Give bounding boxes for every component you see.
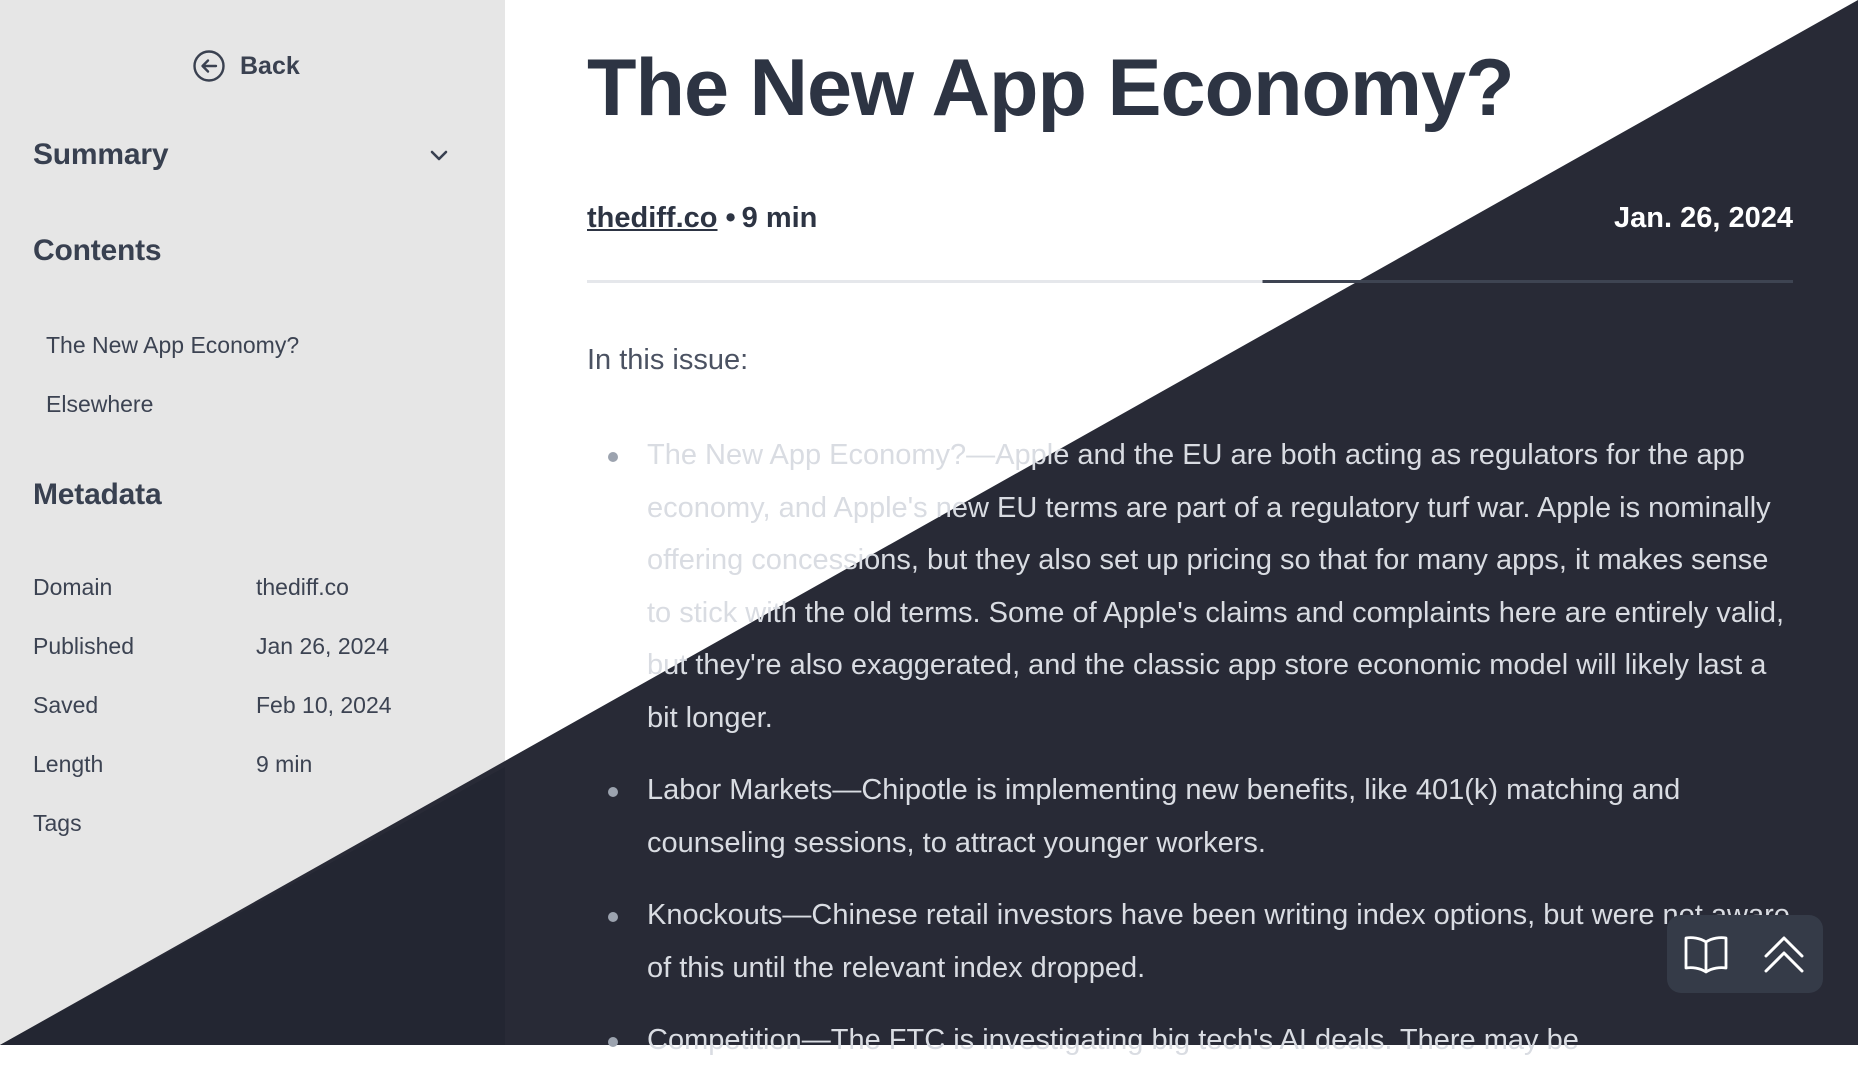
- header-divider: [587, 280, 1793, 283]
- byline-separator: •: [725, 202, 736, 234]
- reader-mode-button[interactable]: [1681, 929, 1731, 979]
- toc-item-elsewhere[interactable]: Elsewhere: [46, 389, 299, 419]
- metadata-key: Length: [33, 751, 104, 777]
- sidebar: Back Summary Contents The New App Econom…: [0, 0, 505, 1045]
- list-item-text: Labor Markets—Chipotle is implementing n…: [647, 774, 1681, 859]
- open-book-icon: [1684, 936, 1728, 974]
- article-title: The New App Economy?: [587, 43, 1515, 133]
- metadata-key: Domain: [33, 574, 113, 600]
- article-byline: thediff.co • 9 min: [587, 202, 817, 235]
- metadata-value: Feb 10, 2024: [256, 692, 392, 718]
- metadata-row-published: Published Jan 26, 2024: [33, 633, 392, 663]
- metadata-row-saved: Saved Feb 10, 2024: [33, 692, 392, 722]
- double-chevron-up-icon: [1764, 936, 1804, 973]
- back-button[interactable]: Back: [192, 48, 300, 84]
- list-item-text: Competition—The FTC is investigating big…: [647, 1024, 1579, 1056]
- metadata-value: Jan 26, 2024: [256, 633, 390, 659]
- metadata-row-length: Length 9 min: [33, 751, 392, 781]
- chevron-down-icon: [430, 150, 448, 161]
- issue-list: The New App Economy?—Apple and the EU ar…: [587, 429, 1793, 1087]
- source-domain-link[interactable]: thediff.co: [587, 202, 718, 234]
- list-item-text: Knockouts—Chinese retail investors have …: [647, 899, 1790, 984]
- summary-toggle[interactable]: Summary: [33, 135, 453, 175]
- list-item: The New App Economy?—Apple and the EU ar…: [587, 429, 1793, 744]
- article-intro: In this issue:: [587, 344, 749, 376]
- metadata-key: Published: [33, 633, 135, 659]
- metadata-list: Domain thediff.co Published Jan 26, 2024…: [33, 574, 392, 869]
- read-time: 9 min: [741, 202, 818, 234]
- publish-date: Jan. 26, 2024: [1614, 202, 1793, 234]
- summary-heading: Summary: [33, 138, 169, 171]
- metadata-row-tags: Tags: [33, 810, 392, 840]
- list-item: Knockouts—Chinese retail investors have …: [587, 889, 1793, 994]
- metadata-value: 9 min: [256, 751, 313, 777]
- back-arrow-icon: [193, 50, 225, 82]
- toc-item-new-app-economy[interactable]: The New App Economy?: [46, 330, 299, 360]
- metadata-row-domain: Domain thediff.co: [33, 574, 392, 604]
- metadata-key: Tags: [33, 810, 82, 836]
- metadata-value: thediff.co: [256, 574, 349, 600]
- scroll-to-top-button[interactable]: [1759, 929, 1809, 979]
- table-of-contents: The New App Economy? Elsewhere: [46, 330, 299, 448]
- floating-toolbar: [1667, 915, 1823, 993]
- metadata-key: Saved: [33, 692, 99, 718]
- metadata-heading: Metadata: [33, 478, 162, 511]
- list-item-text: The New App Economy?—Apple and the EU ar…: [647, 439, 1785, 734]
- back-label: Back: [240, 51, 300, 80]
- contents-heading: Contents: [33, 234, 162, 267]
- list-item: Competition—The FTC is investigating big…: [587, 1014, 1793, 1067]
- list-item: Labor Markets—Chipotle is implementing n…: [587, 764, 1793, 869]
